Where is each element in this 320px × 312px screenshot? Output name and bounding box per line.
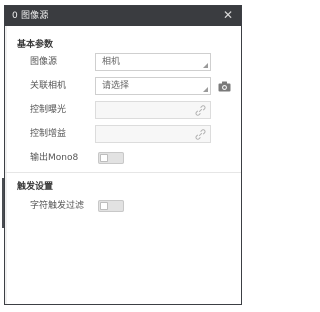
dropdown-corner-icon [203, 63, 208, 68]
toggle-knob [100, 154, 108, 162]
close-icon[interactable]: ✕ [221, 8, 235, 22]
trigger-settings-title: 触发设置 [17, 182, 54, 192]
image-source-dialog: 0 图像源 ✕ 基本参数 图像源 相机 关联相机 请选择 控制曝光 控制增益 输… [4, 5, 242, 305]
char-trigger-filter-label: 字符触发过滤 [30, 201, 85, 211]
output-mono8-label: 输出Mono8 [30, 153, 79, 163]
dialog-titlebar[interactable]: 0 图像源 ✕ [5, 6, 241, 26]
toggle-knob [100, 202, 108, 210]
dialog-title: 0 图像源 [12, 11, 49, 21]
image-source-value: 相机 [102, 57, 121, 67]
dropdown-corner-icon [203, 87, 208, 92]
screen: 0 图像源 ✕ 基本参数 图像源 相机 关联相机 请选择 控制曝光 控制增益 输… [0, 0, 246, 312]
gain-label: 控制增益 [30, 129, 67, 139]
gain-field[interactable] [95, 125, 211, 143]
output-mono8-toggle[interactable] [98, 152, 124, 164]
camera-icon[interactable] [218, 81, 231, 92]
link-icon[interactable] [195, 105, 206, 116]
link-icon[interactable] [195, 129, 206, 140]
linked-camera-value: 请选择 [102, 81, 130, 91]
image-source-select[interactable]: 相机 [95, 53, 211, 71]
dialog-left-edge [5, 26, 7, 304]
section-divider [5, 172, 241, 173]
exposure-label: 控制曝光 [30, 105, 67, 115]
basic-params-title: 基本参数 [17, 40, 54, 50]
char-trigger-filter-toggle[interactable] [98, 200, 124, 212]
exposure-field[interactable] [95, 101, 211, 119]
image-source-label: 图像源 [30, 57, 58, 67]
linked-camera-select[interactable]: 请选择 [95, 77, 211, 95]
linked-camera-label: 关联相机 [30, 81, 67, 91]
